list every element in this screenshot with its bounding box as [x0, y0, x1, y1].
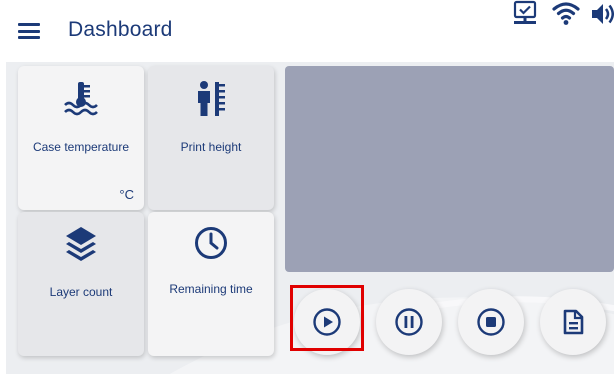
height-icon — [198, 81, 225, 116]
tile-label: Remaining time — [169, 282, 253, 296]
tile-label: Print height — [180, 140, 242, 154]
clock-icon — [195, 227, 227, 259]
document-icon — [563, 309, 584, 335]
file-button[interactable] — [540, 289, 606, 355]
layers-icon — [66, 227, 96, 261]
tile-layer-count[interactable]: Layer count — [18, 212, 144, 356]
network-status-icon — [513, 0, 537, 24]
app-header: Dashboard — [0, 0, 614, 62]
pause-icon — [395, 308, 423, 336]
dashboard-main: Case temperature °C Print height Layer c… — [6, 62, 614, 374]
tile-remaining-time[interactable]: Remaining time — [148, 212, 274, 356]
temperature-icon — [64, 82, 98, 116]
tile-case-temperature[interactable]: Case temperature °C — [18, 66, 144, 210]
play-icon — [313, 308, 341, 336]
pause-button[interactable] — [376, 289, 442, 355]
stop-icon — [477, 308, 505, 336]
stop-button[interactable] — [458, 289, 524, 355]
hamburger-menu-icon[interactable] — [18, 23, 40, 39]
play-button[interactable] — [294, 289, 360, 355]
tile-label: Layer count — [49, 285, 113, 299]
page-title: Dashboard — [68, 18, 173, 41]
unit-label: °C — [119, 187, 134, 202]
print-preview-screen — [285, 66, 614, 272]
tile-label: Case temperature — [32, 140, 130, 154]
tile-print-height[interactable]: Print height — [148, 66, 274, 210]
wifi-icon — [552, 2, 580, 25]
volume-icon — [592, 4, 614, 24]
